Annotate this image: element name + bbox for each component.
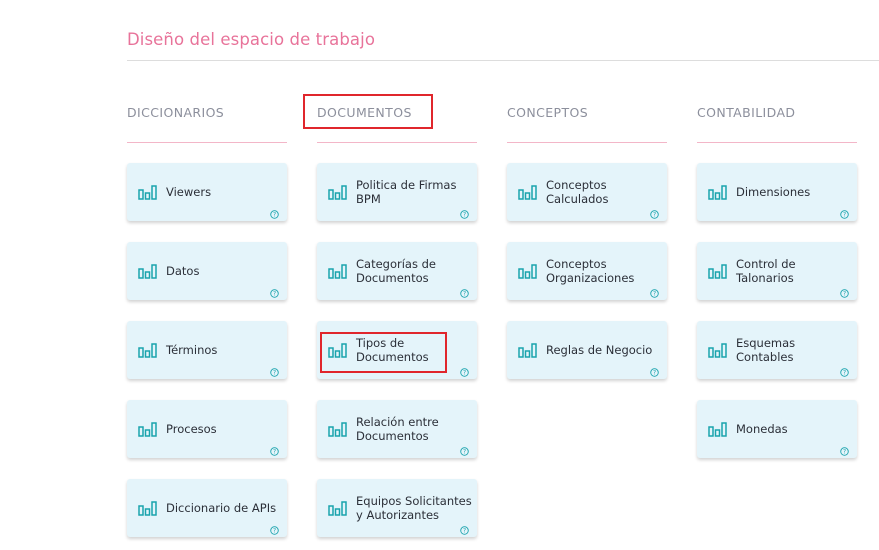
bar-chart-icon — [138, 264, 157, 279]
tile-datos[interactable]: Datos? — [127, 242, 287, 300]
tile-dimensiones[interactable]: Dimensiones? — [697, 163, 857, 221]
bar-chart-icon — [518, 343, 537, 358]
tile-esquemas-contables[interactable]: Esquemas Contables? — [697, 321, 857, 379]
bar-chart-icon — [328, 185, 347, 200]
bar-chart-icon — [328, 501, 347, 516]
svg-text:?: ? — [463, 529, 466, 535]
tile-reglas-de-negocio[interactable]: Reglas de Negocio? — [507, 321, 667, 379]
column-divider — [317, 142, 477, 143]
column-divider — [127, 142, 287, 143]
bar-chart-icon — [138, 422, 157, 437]
bar-chart-icon — [708, 185, 727, 200]
svg-text:?: ? — [843, 292, 846, 298]
tile-label: Viewers — [166, 184, 212, 199]
tile-tipos-de-documentos[interactable]: Tipos de Documentos? — [317, 321, 477, 379]
help-icon[interactable]: ? — [270, 520, 279, 535]
tile-procesos[interactable]: Procesos? — [127, 400, 287, 458]
help-icon[interactable]: ? — [460, 362, 469, 377]
tile-label: Categorías de Documentos — [356, 256, 436, 286]
tile-label: Datos — [166, 263, 200, 278]
bar-chart-icon — [138, 185, 157, 200]
help-icon[interactable]: ? — [840, 362, 849, 377]
help-icon[interactable]: ? — [650, 362, 659, 377]
bar-chart-icon — [138, 501, 157, 516]
help-icon[interactable]: ? — [840, 283, 849, 298]
help-icon[interactable]: ? — [840, 204, 849, 219]
tile-label: Dimensiones — [736, 184, 811, 199]
column-heading: DICCIONARIOS — [127, 105, 225, 120]
help-icon[interactable]: ? — [650, 283, 659, 298]
help-icon[interactable]: ? — [270, 283, 279, 298]
tile-terminos[interactable]: Términos? — [127, 321, 287, 379]
tile-label: Conceptos Organizaciones — [546, 256, 635, 286]
tile-equipos-solicitantes-y-autorizantes[interactable]: Equipos Solicitantes y Autorizantes? — [317, 479, 477, 537]
tile-relacion-entre-documentos[interactable]: Relación entre Documentos? — [317, 400, 477, 458]
bar-chart-icon — [328, 422, 347, 437]
svg-text:?: ? — [463, 213, 466, 219]
help-icon[interactable]: ? — [460, 441, 469, 456]
bar-chart-icon — [708, 264, 727, 279]
tile-categorias-de-documentos[interactable]: Categorías de Documentos? — [317, 242, 477, 300]
tile-label: Términos — [166, 342, 218, 357]
tile-label: Politica de Firmas BPM — [356, 177, 457, 207]
svg-text:?: ? — [843, 450, 846, 456]
title-divider — [127, 60, 879, 61]
svg-text:?: ? — [463, 371, 466, 377]
svg-text:?: ? — [273, 529, 276, 535]
bar-chart-icon — [328, 343, 347, 358]
svg-text:?: ? — [843, 213, 846, 219]
help-icon[interactable]: ? — [460, 520, 469, 535]
tile-label: Reglas de Negocio — [546, 342, 653, 357]
bar-chart-icon — [518, 264, 537, 279]
svg-text:?: ? — [843, 371, 846, 377]
bar-chart-icon — [138, 343, 157, 358]
svg-text:?: ? — [273, 213, 276, 219]
tile-monedas[interactable]: Monedas? — [697, 400, 857, 458]
bar-chart-icon — [328, 264, 347, 279]
help-icon[interactable]: ? — [460, 204, 469, 219]
help-icon[interactable]: ? — [460, 283, 469, 298]
help-icon[interactable]: ? — [840, 441, 849, 456]
tile-control-de-talonarios[interactable]: Control de Talonarios? — [697, 242, 857, 300]
tile-label: Diccionario de APIs — [166, 500, 277, 515]
tile-conceptos-organizaciones[interactable]: Conceptos Organizaciones? — [507, 242, 667, 300]
bar-chart-icon — [708, 422, 727, 437]
column-divider — [507, 142, 667, 143]
help-icon[interactable]: ? — [270, 204, 279, 219]
tile-label: Equipos Solicitantes y Autorizantes — [356, 493, 472, 523]
svg-text:?: ? — [273, 292, 276, 298]
tile-viewers[interactable]: Viewers? — [127, 163, 287, 221]
column-heading: CONTABILIDAD — [697, 105, 796, 120]
bar-chart-icon — [518, 185, 537, 200]
column-heading: CONCEPTOS — [507, 105, 589, 120]
svg-text:?: ? — [653, 213, 656, 219]
tile-label: Esquemas Contables — [736, 335, 796, 365]
tile-diccionario-de-apis[interactable]: Diccionario de APIs? — [127, 479, 287, 537]
tile-label: Relación entre Documentos — [356, 414, 439, 444]
tile-label: Monedas — [736, 421, 788, 436]
help-icon[interactable]: ? — [650, 204, 659, 219]
tile-label: Conceptos Calculados — [546, 177, 609, 207]
tile-label: Tipos de Documentos — [356, 335, 429, 365]
svg-text:?: ? — [273, 371, 276, 377]
bar-chart-icon — [708, 343, 727, 358]
svg-text:?: ? — [463, 292, 466, 298]
column-divider — [697, 142, 857, 143]
svg-text:?: ? — [653, 292, 656, 298]
help-icon[interactable]: ? — [270, 362, 279, 377]
tile-label: Control de Talonarios — [736, 256, 796, 286]
svg-text:?: ? — [273, 450, 276, 456]
tile-label: Procesos — [166, 421, 217, 436]
tile-politica-de-firmas-bpm[interactable]: Politica de Firmas BPM? — [317, 163, 477, 221]
column-heading: DOCUMENTOS — [317, 105, 412, 120]
page-title: Diseño del espacio de trabajo — [127, 30, 376, 49]
help-icon[interactable]: ? — [270, 441, 279, 456]
svg-text:?: ? — [653, 371, 656, 377]
tile-conceptos-calculados[interactable]: Conceptos Calculados? — [507, 163, 667, 221]
svg-text:?: ? — [463, 450, 466, 456]
